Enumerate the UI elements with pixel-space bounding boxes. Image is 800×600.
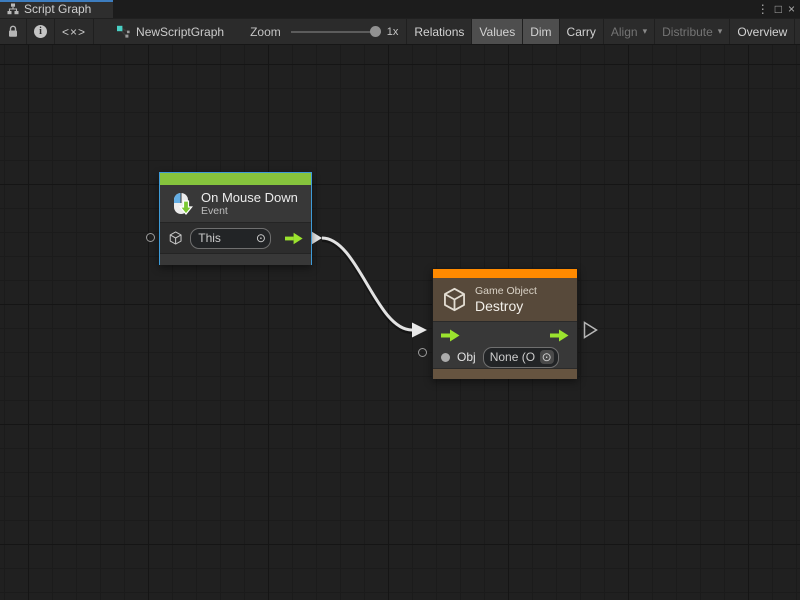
mouse-down-icon <box>168 191 194 217</box>
zoom-slider-track <box>291 31 381 33</box>
close-icon[interactable]: × <box>788 0 795 18</box>
dim-button[interactable]: Dim <box>523 19 558 44</box>
info-icon: i <box>34 25 47 38</box>
target-value-field[interactable]: This ⊙ <box>190 228 271 249</box>
graph-breadcrumb[interactable]: NewScriptGraph <box>116 25 224 39</box>
event-target-port-circle[interactable] <box>146 233 155 242</box>
graph-asset-icon <box>116 25 130 39</box>
flow-output-arrow[interactable] <box>285 232 303 245</box>
zoom-label: Zoom <box>250 25 281 39</box>
event-node-header[interactable]: On Mouse Down Event <box>160 185 311 222</box>
inspect-button[interactable]: i <box>27 19 54 44</box>
destroy-node-body: Obj None (O ⊙ <box>433 321 577 368</box>
object-picker-icon[interactable]: ⊙ <box>256 231 266 245</box>
graph-name: NewScriptGraph <box>136 25 224 39</box>
node-title: Destroy <box>475 298 537 314</box>
flow-continue-icon <box>585 323 597 338</box>
align-label: Align <box>611 25 638 39</box>
value-port-dot[interactable] <box>441 353 450 362</box>
object-picker-icon[interactable]: ⊙ <box>540 350 554 364</box>
graph-toolbar: i <×> NewScriptGraph Zoom 1x <box>0 18 800 45</box>
lock-icon <box>7 25 19 38</box>
flow-input-arrow[interactable] <box>441 329 460 342</box>
flow-output-arrow[interactable] <box>550 329 569 342</box>
maximize-icon[interactable]: □ <box>775 0 782 18</box>
zoom-slider[interactable] <box>291 26 381 37</box>
destroy-obj-port-circle[interactable] <box>418 348 427 357</box>
chevron-down-icon: ▾ <box>718 26 723 37</box>
obj-value: None (O <box>490 350 537 364</box>
tab-strip: Script Graph ⋮ □ × <box>0 0 800 18</box>
obj-value-field[interactable]: None (O ⊙ <box>483 347 559 368</box>
node-subtitle: Event <box>201 205 298 217</box>
gameobject-cube-icon <box>441 286 468 313</box>
tab-script-graph[interactable]: Script Graph <box>0 0 113 18</box>
zoom-value: 1x <box>387 26 399 38</box>
chevron-down-icon: ▾ <box>643 26 648 37</box>
event-node-titles: On Mouse Down Event <box>201 190 298 217</box>
flow-port-row <box>433 322 577 346</box>
node-title: On Mouse Down <box>201 190 298 205</box>
toolbar-right-group: Relations Values Dim Carry Align ▾ Distr… <box>406 19 800 44</box>
zoom-slider-handle[interactable] <box>370 26 381 37</box>
connection-wire[interactable] <box>322 238 412 330</box>
destroy-node-header[interactable]: Game Object Destroy <box>433 278 577 321</box>
obj-port-label: Obj <box>457 350 476 364</box>
wire-end-arrow <box>412 323 427 338</box>
lock-button[interactable] <box>0 19 26 44</box>
values-button[interactable]: Values <box>472 19 522 44</box>
relations-button[interactable]: Relations <box>407 19 471 44</box>
script-graph-window: Script Graph ⋮ □ × i <×> <box>0 0 800 600</box>
tab-title: Script Graph <box>24 2 91 16</box>
fullscreen-button[interactable]: Full S <box>795 19 800 44</box>
toolbar-separator <box>93 19 94 44</box>
destroy-node-footer <box>433 368 577 379</box>
target-port-row: This ⊙ <box>160 223 311 253</box>
destroy-accent-bar <box>433 269 577 278</box>
destroy-node-titles: Game Object Destroy <box>475 285 537 314</box>
active-tab-accent <box>0 0 113 2</box>
distribute-label: Distribute <box>662 25 713 39</box>
menu-icon[interactable]: ⋮ <box>757 0 769 18</box>
obj-port-row: Obj None (O ⊙ <box>433 346 577 368</box>
event-node-body: This ⊙ <box>160 222 311 253</box>
node-destroy[interactable]: Game Object Destroy <box>432 268 578 379</box>
variables-button[interactable]: <×> <box>55 19 93 44</box>
event-node-footer <box>160 253 311 265</box>
zoom-control: Zoom 1x <box>250 25 398 39</box>
connection-layer <box>0 45 800 600</box>
distribute-button[interactable]: Distribute ▾ <box>655 19 729 44</box>
wire-shadow <box>322 240 412 332</box>
hierarchy-icon <box>7 3 19 15</box>
node-category: Game Object <box>475 285 537 298</box>
overview-button[interactable]: Overview <box>730 19 794 44</box>
node-on-mouse-down[interactable]: On Mouse Down Event This ⊙ <box>159 172 312 265</box>
window-controls: ⋮ □ × <box>757 0 800 18</box>
target-value: This <box>198 231 253 245</box>
carry-button[interactable]: Carry <box>560 19 603 44</box>
event-accent-bar <box>160 173 311 185</box>
align-button[interactable]: Align ▾ <box>604 19 654 44</box>
gameobject-cube-icon <box>168 230 183 246</box>
graph-canvas[interactable]: On Mouse Down Event This ⊙ <box>0 45 800 600</box>
code-icon: <×> <box>62 25 86 39</box>
